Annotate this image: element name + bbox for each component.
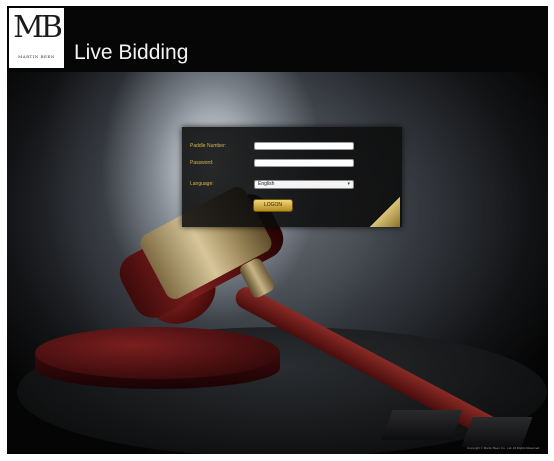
background-block [461, 417, 533, 447]
header-bar: MB MARTIN BEEN Live Bidding [7, 6, 548, 72]
language-select-value: English [258, 181, 275, 187]
paddle-number-input[interactable] [254, 142, 354, 150]
gavel-background-image: Paddle Number: Password: Language: Engli… [7, 72, 548, 454]
chevron-down-icon: ▾ [347, 181, 350, 187]
background-block [381, 410, 463, 440]
logon-button[interactable]: LOGON [253, 199, 293, 212]
copyright-text: Copyright © Martin Been Co., Ltd. All Ri… [467, 446, 540, 450]
page-curl-decoration [370, 197, 400, 227]
brand-logo: MB MARTIN BEEN [9, 8, 64, 68]
paddle-number-label: Paddle Number: [190, 143, 227, 149]
logo-mark: MB [13, 10, 63, 45]
login-panel: Paddle Number: Password: Language: Engli… [182, 127, 402, 227]
page-title: Live Bidding [74, 41, 189, 64]
app-window: MB MARTIN BEEN Live Bidding Paddle Numbe… [7, 6, 548, 454]
password-label: Password: [190, 160, 214, 166]
language-select[interactable]: English ▾ [254, 180, 354, 189]
password-input[interactable] [254, 159, 354, 167]
logo-subtext: MARTIN BEEN [18, 54, 55, 59]
language-label: Language: [190, 181, 214, 187]
sound-block-top [35, 327, 280, 379]
